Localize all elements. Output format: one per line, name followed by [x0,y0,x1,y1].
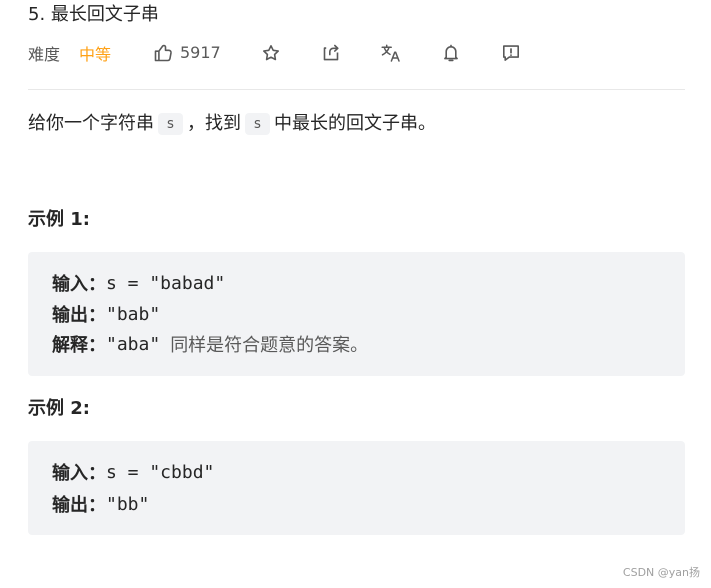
thumb-up-icon [153,43,173,63]
share-icon [321,43,341,63]
favorite-button[interactable] [258,40,284,66]
input-value: s = "babad" [106,272,226,294]
output-value: "bb" [106,493,150,515]
description-prefix: 给你一个字符串 [28,113,154,134]
explanation-label: 解释： [52,335,106,356]
example-2-output: 输出： "bb" [52,492,150,517]
star-icon [261,43,281,63]
example-2-title: 示例 2: [28,398,90,419]
example-2-input: 输入： s = "cbbd" [52,460,215,485]
description-middle: ，找到 [187,113,241,134]
output-label: 输出： [52,495,106,516]
example-1-title: 示例 1: [28,209,90,230]
inline-code-s: s [158,113,183,135]
feedback-button[interactable] [498,40,524,66]
example-1-output: 输出： "bab" [52,302,161,327]
explanation-value: "aba" [106,333,161,355]
input-label: 输入： [52,274,106,295]
example-1-input: 输入： s = "babad" [52,271,226,296]
like-button[interactable]: 5917 [153,40,228,66]
bell-icon [441,43,461,63]
difficulty-label: 难度 [28,45,61,64]
output-label: 输出： [52,305,106,326]
problem-toolbar: 难度 中等 5917 [28,40,685,66]
share-button[interactable] [318,40,344,66]
description-suffix: 中最长的回文子串。 [274,113,436,134]
example-1-explanation: 解释： "aba" 同样是符合题意的答案。 [52,332,369,357]
problem-description: 给你一个字符串 s ，找到 s 中最长的回文子串。 [28,110,685,138]
output-value: "bab" [106,303,161,325]
toolbar-divider [28,89,685,90]
problem-page: 5. 最长回文子串 难度 中等 5917 给你一个字符串 s ，找到 s 中最长… [28,0,685,588]
watermark: CSDN @yan扬 [622,566,700,579]
likes-count: 5917 [180,43,221,62]
translate-button[interactable] [378,40,404,66]
example-2-box [28,441,685,535]
translate-icon [380,43,402,63]
explanation-note: 同样是符合题意的答案。 [170,335,369,356]
inline-code-s: s [245,113,270,135]
feedback-icon [501,43,521,63]
difficulty-badge: 中等 [79,45,112,64]
problem-title: 5. 最长回文子串 [28,4,159,25]
input-label: 输入： [52,463,106,484]
notification-button[interactable] [438,40,464,66]
input-value: s = "cbbd" [106,461,215,483]
